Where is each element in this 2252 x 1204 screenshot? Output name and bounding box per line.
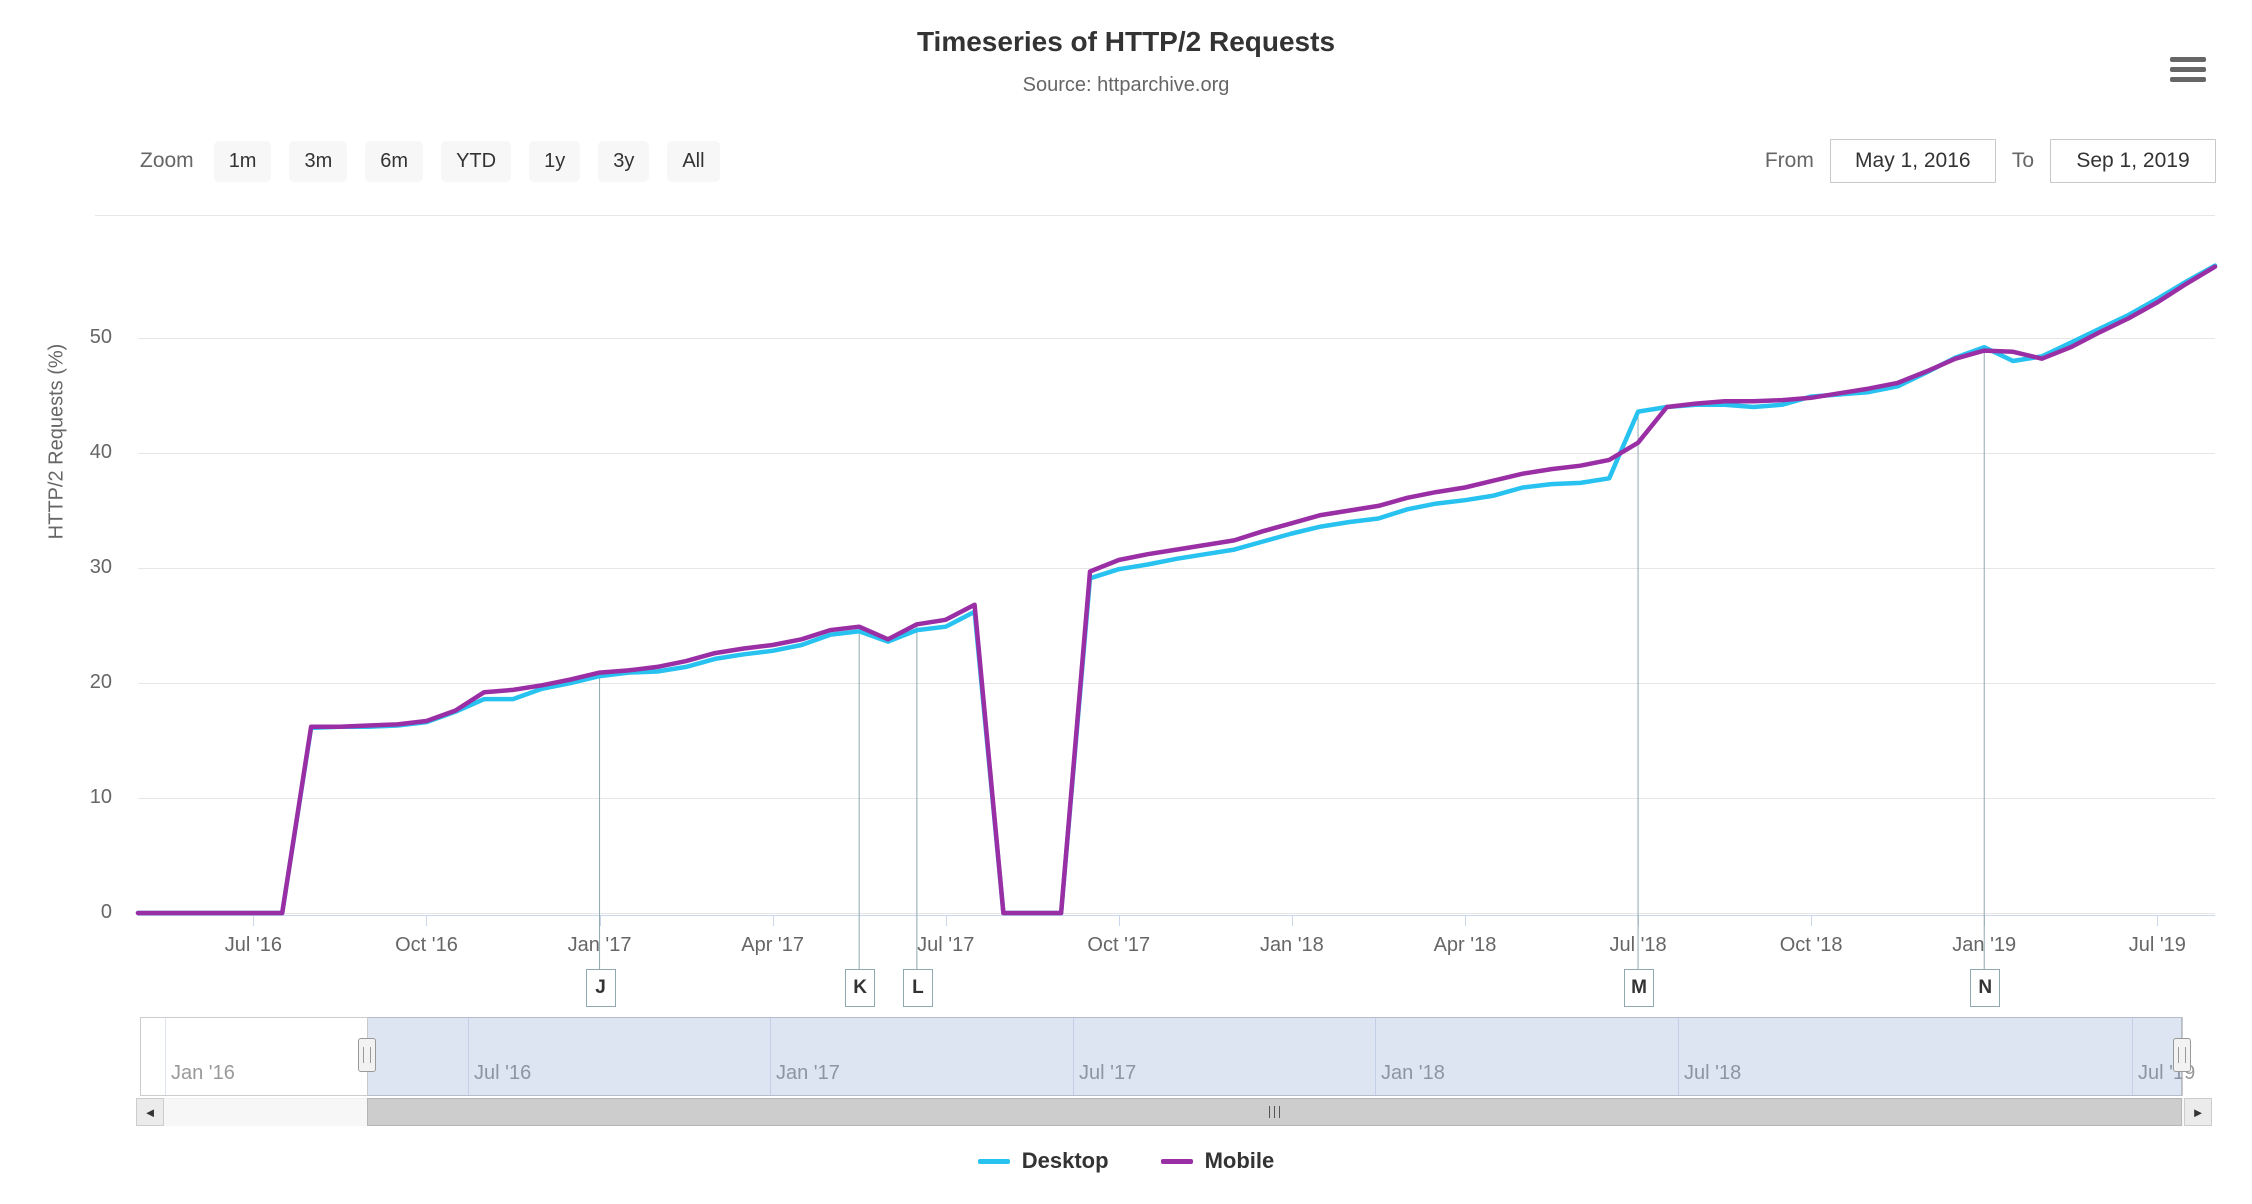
desktop-series-line: [138, 266, 2215, 913]
hamburger-icon: [2170, 57, 2208, 82]
navigator-handle-left[interactable]: [358, 1038, 376, 1072]
x-axis-tick: [946, 916, 947, 926]
scrollbar-left-button[interactable]: ◄: [136, 1098, 164, 1126]
zoom-buttons-group: 1m 3m 6m YTD 1y 3y All: [214, 141, 738, 182]
x-axis-tick: [2157, 916, 2158, 926]
zoom-button-ytd[interactable]: YTD: [441, 141, 511, 182]
left-arrow-icon: ◄: [144, 1105, 157, 1120]
zoom-button-1y[interactable]: 1y: [529, 141, 580, 182]
x-axis-tick: [253, 916, 254, 926]
scrollbar-grip-icon: [1267, 1106, 1282, 1118]
x-axis-label: Jul '16: [183, 934, 323, 957]
zoom-button-3m[interactable]: 3m: [289, 141, 347, 182]
x-axis-label: Oct '18: [1741, 934, 1881, 957]
y-axis-label: 20: [12, 671, 112, 694]
y-axis-label: 10: [12, 786, 112, 809]
y-gridline: [138, 683, 2215, 684]
zoom-button-1m[interactable]: 1m: [214, 141, 272, 182]
navigator-gridline: [165, 1018, 166, 1095]
scrollbar-right-button[interactable]: ►: [2184, 1098, 2212, 1126]
zoom-label: Zoom: [140, 149, 194, 173]
legend-item-mobile[interactable]: Mobile: [1161, 1148, 1275, 1174]
flag-marker-k[interactable]: K: [845, 969, 875, 1007]
y-gridline: [138, 338, 2215, 339]
from-date-input[interactable]: [1830, 139, 1996, 183]
chart-context-menu-button[interactable]: [2166, 48, 2212, 90]
handle-grip-icon: [363, 1047, 371, 1063]
y-gridline: [138, 798, 2215, 799]
plot-top-border: [95, 215, 2215, 216]
zoom-button-3y[interactable]: 3y: [598, 141, 649, 182]
navigator-selected-range[interactable]: [367, 1017, 2182, 1096]
x-axis-tick: [1638, 916, 1639, 926]
handle-grip-icon: [2178, 1047, 2186, 1063]
y-axis-title: HTTP/2 Requests (%): [46, 307, 69, 577]
y-gridline: [138, 913, 2215, 914]
x-axis-label: Jul '18: [1568, 934, 1708, 957]
flag-marker-m[interactable]: M: [1624, 969, 1654, 1007]
range-selector: Zoom 1m 3m 6m YTD 1y 3y All From To: [140, 138, 2216, 184]
y-axis-label: 0: [12, 901, 112, 924]
http2-timeseries-chart: { "header": { "title": "Timeseries of HT…: [0, 0, 2252, 1204]
flag-marker-l[interactable]: L: [903, 969, 933, 1007]
legend: Desktop Mobile: [0, 1148, 2252, 1174]
legend-swatch-icon: [1161, 1159, 1193, 1164]
x-axis-tick: [1119, 916, 1120, 926]
x-axis-tick: [773, 916, 774, 926]
x-axis-tick: [1811, 916, 1812, 926]
x-axis-label: Oct '16: [356, 934, 496, 957]
x-axis-tick: [426, 916, 427, 926]
legend-label: Mobile: [1205, 1148, 1275, 1174]
x-axis-tick: [1465, 916, 1466, 926]
chart-subtitle: Source: httparchive.org: [0, 74, 2252, 97]
navigator-handle-right[interactable]: [2173, 1038, 2191, 1072]
x-axis-label: Jul '19: [2087, 934, 2227, 957]
to-date-input[interactable]: [2050, 139, 2216, 183]
right-arrow-icon: ►: [2192, 1105, 2205, 1120]
x-axis-label: Apr '18: [1395, 934, 1535, 957]
x-axis-label: Apr '17: [703, 934, 843, 957]
x-axis-label: Jan '17: [530, 934, 670, 957]
flag-marker-j[interactable]: J: [586, 969, 616, 1007]
x-axis-tick: [1292, 916, 1293, 926]
x-axis-label: Jan '18: [1222, 934, 1362, 957]
scrollbar-thumb[interactable]: [367, 1098, 2182, 1126]
x-axis-label: Jan '19: [1914, 934, 2054, 957]
x-axis-tick: [1984, 916, 1985, 926]
legend-label: Desktop: [1022, 1148, 1109, 1174]
legend-item-desktop[interactable]: Desktop: [978, 1148, 1109, 1174]
x-axis-label: Jul '17: [876, 934, 1016, 957]
x-axis-line: [138, 915, 2215, 916]
chart-title: Timeseries of HTTP/2 Requests: [0, 26, 2252, 58]
flag-marker-n[interactable]: N: [1970, 969, 2000, 1007]
zoom-button-6m[interactable]: 6m: [365, 141, 423, 182]
to-label: To: [2012, 149, 2034, 173]
zoom-button-all[interactable]: All: [667, 141, 719, 182]
y-gridline: [138, 568, 2215, 569]
y-gridline: [138, 453, 2215, 454]
from-label: From: [1765, 149, 1814, 173]
legend-swatch-icon: [978, 1159, 1010, 1164]
date-range-group: From To: [1749, 139, 2216, 183]
x-axis-label: Oct '17: [1049, 934, 1189, 957]
x-axis-tick: [600, 916, 601, 926]
mobile-series-line: [138, 267, 2215, 913]
navigator-axis-label: Jan '16: [171, 1062, 235, 1085]
